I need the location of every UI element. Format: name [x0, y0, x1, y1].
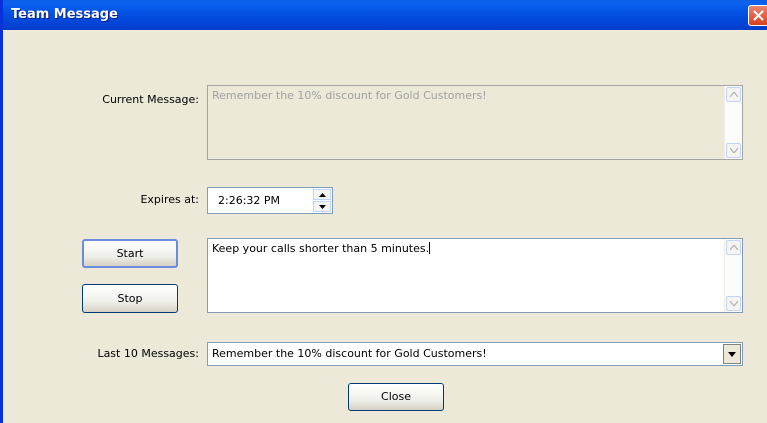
new-message-textarea[interactable]: Keep your calls shorter than 5 minutes. [207, 238, 743, 313]
window-title: Team Message [11, 7, 118, 22]
expires-time-picker[interactable]: 2:26:32 PM [207, 187, 333, 214]
window-close-icon[interactable] [748, 5, 767, 26]
current-message-label: Current Message: [102, 93, 199, 106]
close-button[interactable]: Close [348, 383, 444, 411]
current-message-field: Remember the 10% discount for Gold Custo… [207, 85, 743, 160]
title-bar[interactable]: Team Message [3, 0, 767, 30]
stop-button[interactable]: Stop [82, 284, 178, 313]
expires-label: Expires at: [140, 193, 199, 206]
scroll-down-icon[interactable] [726, 143, 741, 158]
current-message-text: Remember the 10% discount for Gold Custo… [212, 89, 487, 102]
new-message-scrollbar[interactable] [724, 239, 742, 312]
new-message-text[interactable]: Keep your calls shorter than 5 minutes. [212, 242, 429, 255]
spin-down-icon[interactable] [313, 201, 331, 212]
scroll-down-icon[interactable] [726, 296, 741, 311]
current-message-scrollbar[interactable] [724, 86, 742, 159]
last-messages-selected[interactable]: Remember the 10% discount for Gold Custo… [212, 347, 487, 360]
last-messages-label: Last 10 Messages: [97, 347, 199, 360]
text-cursor [429, 242, 431, 254]
scroll-up-icon[interactable] [726, 240, 741, 255]
start-button[interactable]: Start [82, 239, 178, 268]
team-message-window: Team Message Current Message: Remember t… [0, 0, 767, 423]
last-messages-dropdown[interactable]: Remember the 10% discount for Gold Custo… [207, 342, 743, 366]
spin-up-icon[interactable] [313, 189, 331, 200]
scroll-up-icon[interactable] [726, 87, 741, 102]
expires-time-value[interactable]: 2:26:32 PM [218, 194, 280, 207]
chevron-down-icon[interactable] [723, 344, 741, 364]
